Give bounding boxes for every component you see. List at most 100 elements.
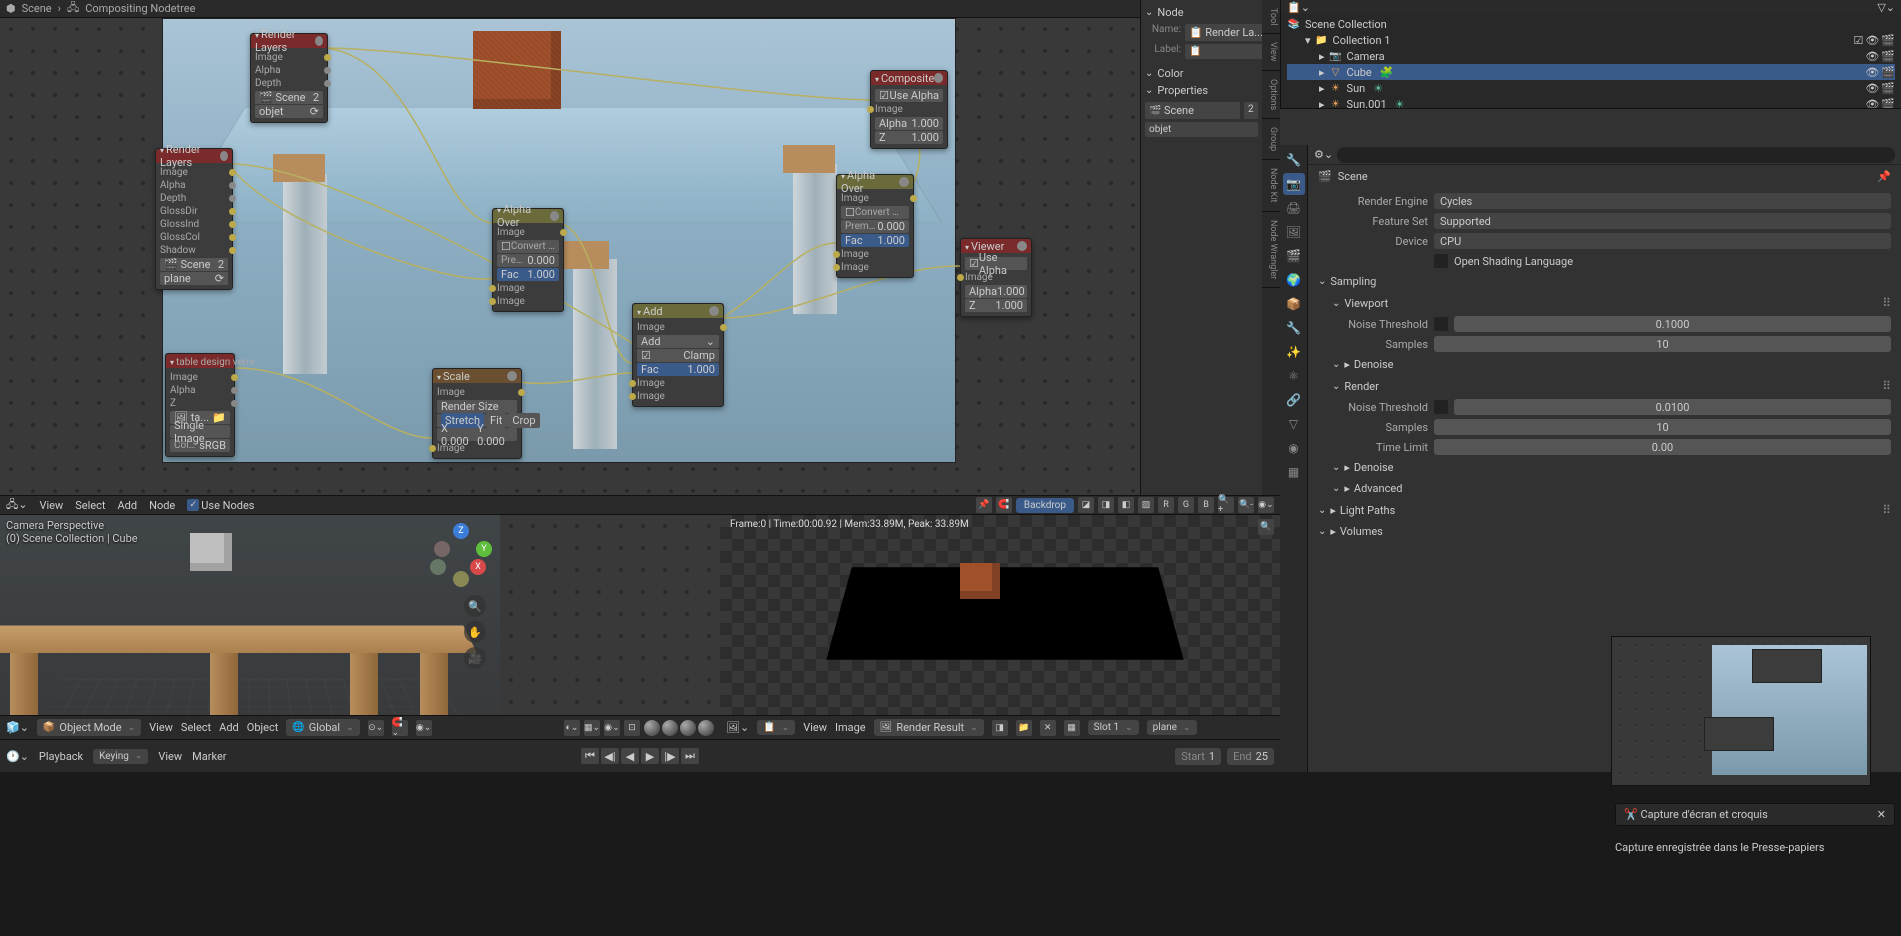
tab-particles-icon[interactable]: ✨ — [1283, 341, 1305, 363]
jump-end-icon[interactable]: ⏭ — [681, 748, 699, 764]
proportional-icon[interactable]: ◉⌄ — [416, 720, 432, 736]
node-mix-add[interactable]: ▾Add Image Add⌄ ☑Clamp Fac1.000 Image Im… — [632, 303, 724, 407]
tab-tool-icon[interactable]: 🔧 — [1283, 149, 1305, 171]
tab-world-icon[interactable]: 🌍 — [1283, 269, 1305, 291]
editor-type-icon[interactable]: 🖧⌄ — [6, 496, 27, 515]
tab-constraints-icon[interactable]: 🔗 — [1283, 389, 1305, 411]
node-alpha-over-2[interactable]: ▾Alpha Over Image ☐Convert Premultipli..… — [836, 174, 914, 278]
image-editor-header[interactable]: 🖼⌄ 📋 View Image 🖼 Render Result ◨ 📁 ✕ ▦ … — [720, 715, 1280, 739]
tab-viewlayer-icon[interactable]: 🖼 — [1283, 221, 1305, 243]
breadcrumb[interactable]: ⬢ Scene › 🖧 Compositing Nodetree — [0, 0, 1140, 18]
zoom-icon[interactable]: 🔍 — [464, 595, 486, 617]
use-nodes-toggle[interactable]: ✓Use Nodes — [187, 499, 254, 512]
tab-material-icon[interactable]: ◉ — [1283, 437, 1305, 459]
editor-type-icon[interactable]: 🖼⌄ — [726, 721, 749, 734]
panel-node-header[interactable]: Node — [1145, 4, 1276, 21]
start-frame[interactable]: Start1 — [1175, 748, 1221, 765]
node-composite[interactable]: ▾Composite ☑Use Alpha Image Alpha1.000 Z… — [870, 70, 948, 149]
slot-dropdown[interactable]: Slot 1 — [1088, 720, 1139, 735]
camera-icon[interactable]: 🎥 — [464, 647, 486, 669]
device-dropdown[interactable]: CPU — [1434, 233, 1891, 249]
node-alpha-over-1[interactable]: ▾Alpha Over Image ☐Convert Premultiplied… — [492, 208, 564, 312]
options-icon[interactable]: ⠿ — [1882, 296, 1891, 310]
search-input[interactable] — [1337, 147, 1895, 163]
node-side-panel[interactable]: Node Name:📋 Render La... Label:📋 Color⠿ … — [1140, 0, 1280, 495]
selected-cube[interactable] — [190, 533, 232, 571]
tab-output-icon[interactable]: 🖨 — [1283, 197, 1305, 219]
breadcrumb-scene[interactable]: Scene — [22, 2, 52, 15]
xray-icon[interactable]: ⊡ — [624, 720, 640, 736]
sampling-header[interactable]: Sampling — [1318, 271, 1891, 292]
3d-viewport[interactable]: Camera Perspective (0) Scene Collection … — [0, 515, 500, 715]
menu-node[interactable]: Node — [149, 499, 175, 512]
image-selector[interactable]: 🖼 Render Result — [874, 719, 984, 736]
feature-set-dropdown[interactable]: Supported — [1434, 213, 1891, 229]
tree-camera[interactable]: ▸📷Camera👁🎬 — [1287, 48, 1895, 64]
overlays-icon[interactable]: ◉⌄ — [1258, 497, 1274, 513]
tab-data-icon[interactable]: ▽ — [1283, 413, 1305, 435]
close-icon[interactable]: ✕ — [1877, 808, 1886, 821]
menu-add[interactable]: Add — [118, 499, 138, 512]
playback-controls[interactable]: ⏮ ◀| ◀ ▶ |▶ ⏭ — [581, 748, 699, 764]
empty-node-area[interactable] — [500, 515, 720, 715]
next-key-icon[interactable]: |▶ — [661, 748, 679, 764]
breadcrumb-tree[interactable]: Compositing Nodetree — [85, 2, 195, 15]
snap-icon[interactable]: 🧲⌄ — [392, 720, 408, 736]
shading-modes[interactable] — [644, 720, 714, 736]
toast-notification[interactable]: ✂️ Capture d'écran et croquis ✕ — [1615, 803, 1895, 826]
prev-key-icon[interactable]: ◀| — [601, 748, 619, 764]
node-render-layers-2[interactable]: ▾Render Layers Image Alpha Depth GlossDi… — [155, 148, 233, 290]
tab-modifiers-icon[interactable]: 🔧 — [1283, 317, 1305, 339]
tab-scene-icon[interactable]: 🎬 — [1283, 245, 1305, 267]
render-subheader[interactable]: Render⠿ — [1318, 375, 1891, 397]
backdrop-toggle[interactable]: Backdrop — [1016, 498, 1074, 513]
menu-view[interactable]: View — [39, 499, 63, 512]
editor-type-icon[interactable]: 🕐⌄ — [6, 750, 29, 763]
preview-icon[interactable] — [220, 151, 228, 161]
n-panel-tabs[interactable]: Tool View Options Group Node Kit Node Wr… — [1262, 0, 1280, 495]
tree-scene-collection[interactable]: 📚Scene Collection — [1287, 16, 1895, 32]
menu-select[interactable]: Select — [75, 499, 105, 512]
play-icon[interactable]: ▶ — [641, 748, 659, 764]
nav-gizmo[interactable]: Z Y X — [426, 523, 496, 593]
pan-icon[interactable]: ✋ — [464, 621, 486, 643]
editor-type-icon[interactable]: 🧊⌄ — [6, 721, 29, 734]
scene-layer-strip[interactable] — [1280, 108, 1901, 145]
tree-collection-1[interactable]: ▾📁Collection 1☑👁🎬 — [1287, 32, 1895, 48]
node-editor-header[interactable]: 🖧⌄ View Select Add Node ✓Use Nodes 📌 🧲 B… — [0, 495, 1280, 515]
tab-texture-icon[interactable]: ▦ — [1283, 461, 1305, 483]
filter-icon[interactable]: ⚙⌄ — [1314, 148, 1333, 161]
tree-cube[interactable]: ▸▽Cube🧩👁🎬 — [1287, 64, 1895, 80]
tab-physics-icon[interactable]: ⚛ — [1283, 365, 1305, 387]
render-engine-dropdown[interactable]: Cycles — [1434, 193, 1891, 209]
properties-tabs[interactable]: 🔧 📷 🖨 🖼 🎬 🌍 📦 🔧 ✨ ⚛ 🔗 ▽ ◉ ▦ — [1280, 145, 1308, 772]
tab-render-icon[interactable]: 📷 — [1283, 173, 1305, 195]
node-viewer[interactable]: ▾Viewer ☑Use Alpha Image Alpha1.000 Z1.0… — [960, 238, 1032, 317]
mode-dropdown[interactable]: 📦 Object Mode — [37, 719, 141, 736]
preview-icon[interactable] — [315, 36, 323, 46]
zoom-in-icon[interactable]: 🔍+ — [1218, 497, 1234, 513]
node-scale[interactable]: ▾Scale Image Render Size Stretch Fit Cro… — [432, 368, 522, 459]
pin-icon[interactable]: 📌 — [976, 497, 992, 513]
snap-icon[interactable]: 🧲 — [996, 497, 1012, 513]
zoom-icon[interactable]: 🔍 — [1258, 519, 1274, 535]
compositor-node-editor[interactable]: ▾Render Layers Image Alpha Depth 🎬 Scene… — [0, 18, 1140, 495]
screenshot-thumbnail[interactable] — [1611, 636, 1871, 786]
timeline-header[interactable]: 🕐⌄ Playback Keying View Marker ⏮ ◀| ◀ ▶ … — [0, 739, 1280, 772]
orientation-dropdown[interactable]: 🌐 Global — [286, 719, 359, 736]
node-render-layers-1[interactable]: ▾Render Layers Image Alpha Depth 🎬 Scene… — [250, 33, 328, 123]
osl-checkbox[interactable] — [1434, 254, 1448, 268]
pivot-icon[interactable]: ⊙⌄ — [368, 720, 384, 736]
jump-start-icon[interactable]: ⏮ — [581, 748, 599, 764]
end-frame[interactable]: End25 — [1227, 748, 1274, 765]
tab-object-icon[interactable]: 📦 — [1283, 293, 1305, 315]
viewport-subheader[interactable]: Viewport⠿ — [1318, 292, 1891, 314]
zoom-out-icon[interactable]: 🔍- — [1238, 497, 1254, 513]
layer-dropdown[interactable]: plane — [1147, 720, 1197, 735]
pin-icon[interactable]: 📌 — [1877, 170, 1891, 183]
overlays-icon[interactable]: ◉⌄ — [604, 720, 620, 736]
image-editor[interactable]: Frame:0 | Time:00:00.92 | Mem:33.89M, Pe… — [720, 515, 1280, 715]
node-image[interactable]: ▾table design verre Image Alpha Z 🖼 ta..… — [165, 353, 235, 457]
play-reverse-icon[interactable]: ◀ — [621, 748, 639, 764]
viewport-header[interactable]: 🧊⌄ 📦 Object Mode View Select Add Object … — [0, 715, 720, 739]
